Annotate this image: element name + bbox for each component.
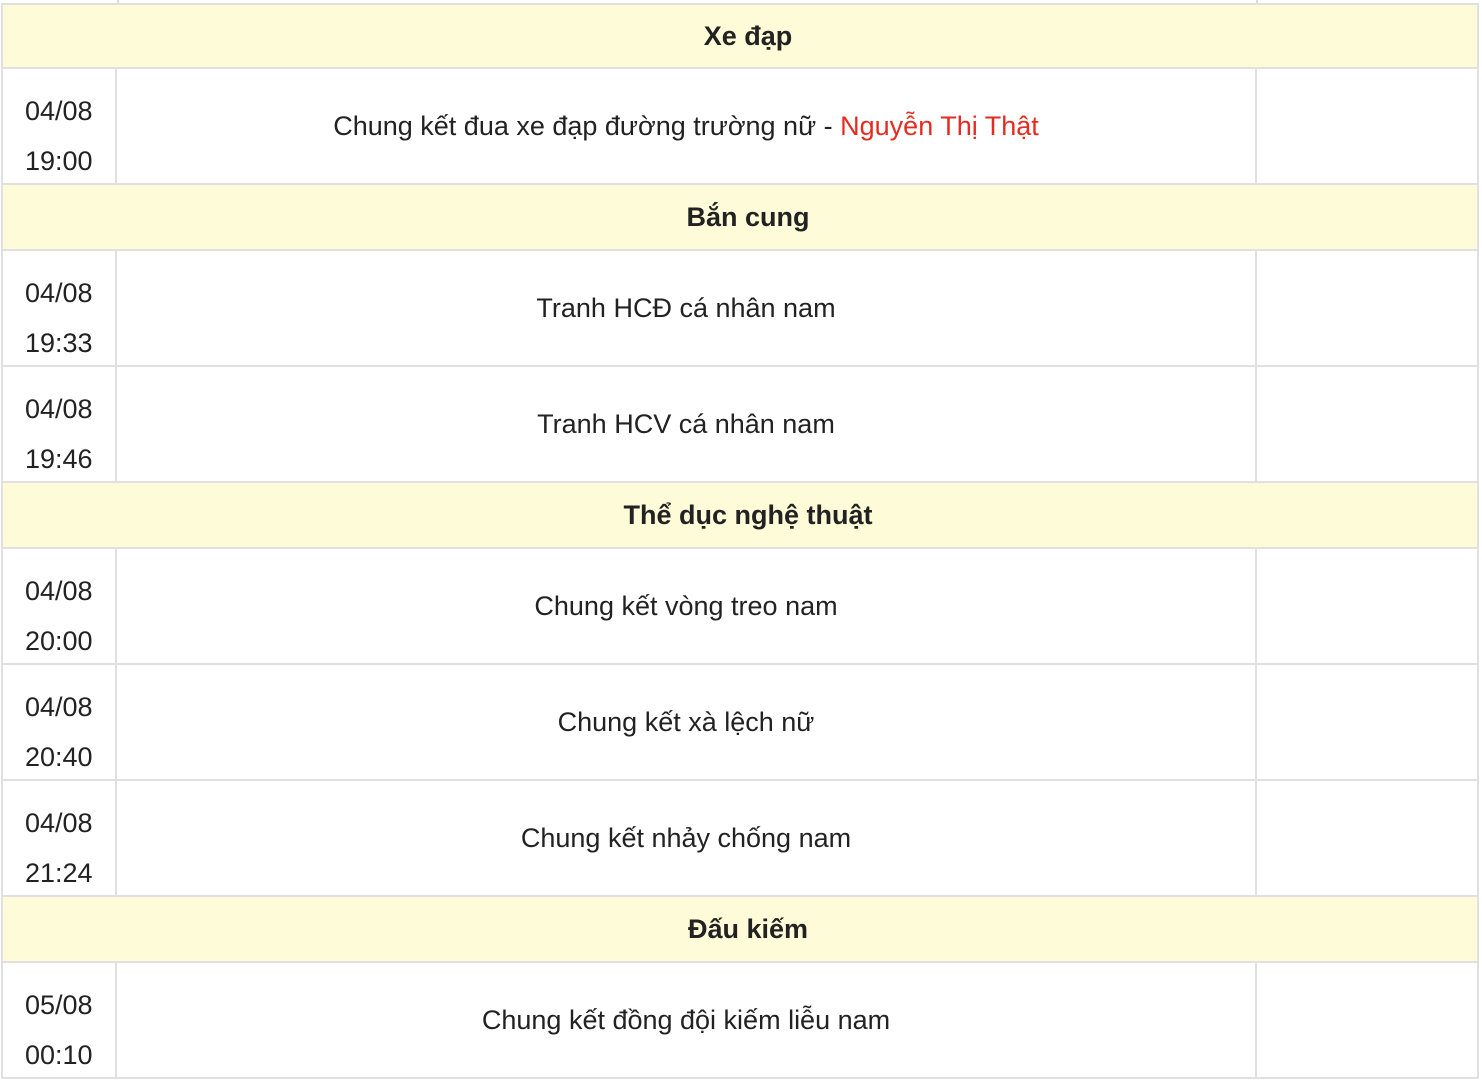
event-time: 19:33 xyxy=(25,328,93,358)
event-date: 05/08 xyxy=(25,990,93,1020)
result-cell xyxy=(1257,549,1477,663)
schedule-table: Xe đạp 04/08 19:00 Chung kết đua xe đạp … xyxy=(1,0,1479,1079)
table-row: 04/08 21:24 Chung kết nhảy chống nam xyxy=(1,781,1479,897)
time-cell: 04/08 19:46 xyxy=(3,367,117,481)
group-header-dau-kiem: Đấu kiếm xyxy=(1,897,1479,963)
group-header-the-duc-nghe-thuat: Thể dục nghệ thuật xyxy=(1,483,1479,549)
event-cell: Tranh HCV cá nhân nam xyxy=(117,367,1257,481)
group-title: Xe đạp xyxy=(703,20,793,51)
event-cell: Tranh HCĐ cá nhân nam xyxy=(117,251,1257,365)
event-cell: Chung kết đua xe đạp đường trường nữ - N… xyxy=(117,69,1257,183)
result-cell xyxy=(1257,251,1477,365)
event-name: Chung kết đồng đội kiếm liễu nam xyxy=(481,1004,891,1035)
event-date: 04/08 xyxy=(25,278,93,308)
table-top-edge xyxy=(1,0,1479,3)
column-divider xyxy=(1256,0,1258,3)
event-time: 19:00 xyxy=(25,146,93,176)
event-name: Chung kết vòng treo nam xyxy=(534,590,838,621)
result-cell xyxy=(1257,781,1477,895)
result-cell xyxy=(1257,963,1477,1077)
result-cell xyxy=(1257,69,1477,183)
event-cell: Chung kết đồng đội kiếm liễu nam xyxy=(117,963,1257,1077)
result-cell xyxy=(1257,665,1477,779)
time-cell: 04/08 19:33 xyxy=(3,251,117,365)
event-name: Chung kết xà lệch nữ xyxy=(557,706,815,737)
athlete-name: Nguyễn Thị Thật xyxy=(840,110,1039,141)
event-date: 04/08 xyxy=(25,808,93,838)
column-divider xyxy=(117,0,119,3)
group-header-ban-cung: Bắn cung xyxy=(1,185,1479,251)
time-cell: 04/08 20:40 xyxy=(3,665,117,779)
event-date: 04/08 xyxy=(25,394,93,424)
result-cell xyxy=(1257,367,1477,481)
table-row: 05/08 00:10 Chung kết đồng đội kiếm liễu… xyxy=(1,963,1479,1079)
event-date: 04/08 xyxy=(25,692,93,722)
table-row: 04/08 19:33 Tranh HCĐ cá nhân nam xyxy=(1,251,1479,367)
time-cell: 04/08 20:00 xyxy=(3,549,117,663)
event-name: Tranh HCĐ cá nhân nam xyxy=(536,292,836,323)
event-time: 19:46 xyxy=(25,444,93,474)
event-time: 20:40 xyxy=(25,742,93,772)
table-row: 04/08 19:00 Chung kết đua xe đạp đường t… xyxy=(1,69,1479,185)
group-title: Bắn cung xyxy=(686,201,810,232)
table-row: 04/08 20:00 Chung kết vòng treo nam xyxy=(1,549,1479,665)
time-cell: 04/08 19:00 xyxy=(3,69,117,183)
event-time: 20:00 xyxy=(25,626,93,656)
table-row: 04/08 19:46 Tranh HCV cá nhân nam xyxy=(1,367,1479,483)
event-name: Tranh HCV cá nhân nam xyxy=(537,408,835,439)
time-cell: 04/08 21:24 xyxy=(3,781,117,895)
event-time: 00:10 xyxy=(25,1040,93,1070)
group-title: Đấu kiếm xyxy=(687,913,809,944)
event-date: 04/08 xyxy=(25,576,93,606)
time-cell: 05/08 00:10 xyxy=(3,963,117,1077)
event-cell: Chung kết nhảy chống nam xyxy=(117,781,1257,895)
event-name: Chung kết nhảy chống nam xyxy=(520,822,852,853)
group-header-xe-dap: Xe đạp xyxy=(1,3,1479,69)
event-cell: Chung kết xà lệch nữ xyxy=(117,665,1257,779)
event-cell: Chung kết vòng treo nam xyxy=(117,549,1257,663)
event-date: 04/08 xyxy=(25,96,93,126)
table-row: 04/08 20:40 Chung kết xà lệch nữ xyxy=(1,665,1479,781)
event-name: Chung kết đua xe đạp đường trường nữ - xyxy=(333,110,841,141)
event-time: 21:24 xyxy=(25,858,93,888)
group-title: Thể dục nghệ thuật xyxy=(623,499,873,530)
